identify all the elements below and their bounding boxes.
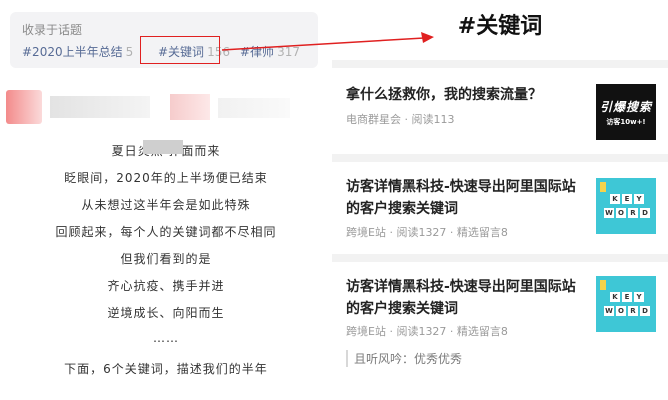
- keycap: W: [604, 306, 614, 316]
- article-title: 拿什么拯救你，我的搜索流量？: [346, 87, 542, 103]
- keycap: E: [622, 194, 632, 204]
- body-line: 下面，6个关键词，描述我们的半年: [64, 362, 268, 376]
- keycap: K: [610, 292, 620, 302]
- article-card[interactable]: 访客详情黑科技-快速导出阿里国际站的客户搜索关键词 跨境E站 · 阅读1327 …: [332, 262, 668, 400]
- article-title: 访客详情黑科技-快速导出阿里国际站的客户搜索关键词: [346, 179, 576, 217]
- body-line: 从未想过这半年会是如此特殊: [81, 198, 251, 212]
- blurred-badge: [170, 94, 210, 120]
- keycap: Y: [634, 194, 644, 204]
- author-row: [6, 90, 296, 124]
- tag-name: #律师: [240, 45, 275, 59]
- keycap: Y: [634, 292, 644, 302]
- article-meta: 电商群星会 · 阅读113: [346, 113, 455, 126]
- article-meta: 跨境E站 · 阅读1327 · 精选留言8: [346, 325, 508, 338]
- body-line: 齐心抗疫、携手并进: [107, 279, 225, 293]
- blurred-text: [218, 98, 290, 118]
- keycap: D: [640, 208, 650, 218]
- tag-count: 5: [125, 45, 134, 59]
- article-thumbnail: 引爆搜索 访客10w+!: [596, 84, 656, 140]
- tag-2020-summary[interactable]: #2020上半年总结 5: [22, 43, 133, 60]
- article-card[interactable]: 访客详情黑科技-快速导出阿里国际站的客户搜索关键词 跨境E站 · 阅读1327 …: [332, 162, 668, 254]
- keycap: W: [604, 208, 614, 218]
- keycap: K: [610, 194, 620, 204]
- body-line: 回顾起来，每个人的关键词都不尽相同: [55, 225, 277, 239]
- keycap-decoration: [600, 182, 606, 192]
- article-card[interactable]: 拿什么拯救你，我的搜索流量？ 电商群星会 · 阅读113 引爆搜索 访客10w+…: [332, 68, 668, 154]
- topic-label: 收录于话题: [22, 23, 83, 37]
- keycap: D: [640, 306, 650, 316]
- keycap: O: [616, 208, 626, 218]
- body-line: 逆境成长、向阳而生: [107, 306, 225, 320]
- tag-lawyer[interactable]: #律师 317: [240, 43, 300, 60]
- keycap: R: [628, 306, 638, 316]
- keycap: R: [628, 208, 638, 218]
- body-line: ……: [153, 331, 179, 345]
- article-title: 访客详情黑科技-快速导出阿里国际站的客户搜索关键词: [346, 279, 576, 317]
- blurred-avatar: [6, 90, 42, 124]
- thumb-subtext: 访客10w+!: [606, 118, 646, 126]
- keyword-thumbnail: K E Y W O R D: [596, 276, 656, 332]
- body-line: 眨眼间，2020年的上半场便已结束: [64, 171, 268, 185]
- right-panel: #关键词 拿什么拯救你，我的搜索流量？ 电商群星会 · 阅读113 引爆搜索 访…: [332, 0, 668, 400]
- keycap: O: [616, 306, 626, 316]
- keyword-thumbnail: K E Y W O R D: [596, 178, 656, 234]
- article-meta: 跨境E站 · 阅读1327 · 精选留言8: [346, 226, 508, 239]
- highlight-box: [140, 36, 220, 64]
- featured-comment: 且听风吟：优秀优秀: [346, 350, 656, 367]
- blurred-word: [143, 140, 183, 154]
- body-line: 但我们看到的是: [120, 252, 212, 266]
- blurred-name: [50, 96, 150, 118]
- keycap-decoration: [600, 280, 606, 290]
- thumb-text: 引爆搜索: [599, 100, 652, 114]
- tag-count: 317: [277, 45, 300, 59]
- keycap: E: [622, 292, 632, 302]
- left-panel: 收录于话题 #2020上半年总结 5 #关键词 156 #律师 317 夏日炎热 扑面…: [0, 0, 332, 400]
- tag-name: #2020上半年总结: [22, 45, 123, 59]
- topic-header: #关键词: [332, 0, 668, 60]
- topic-page-title: #关键词: [457, 14, 543, 39]
